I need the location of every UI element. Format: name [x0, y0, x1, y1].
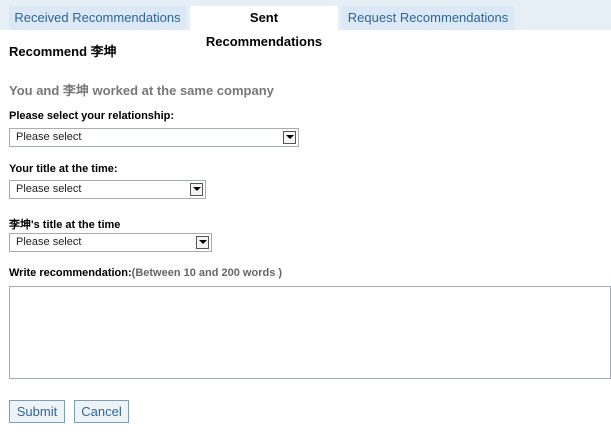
tab-received-recommendations[interactable]: Received Recommendations: [9, 6, 186, 30]
your-title-label: Your title at the time:: [9, 163, 118, 175]
their-title-label: 李坤's title at the time: [9, 219, 121, 231]
relationship-select-value: Please select: [16, 131, 82, 143]
recommendation-word-hint: (Between 10 and 200 words ): [131, 267, 283, 279]
tab-sent-recommendations[interactable]: Sent Recommendations: [190, 6, 338, 49]
your-title-select[interactable]: Please select: [9, 180, 206, 199]
their-title-select[interactable]: Please select: [9, 233, 212, 252]
recommendation-textarea[interactable]: [9, 286, 611, 379]
tab-request-recommendations[interactable]: Request Recommendations: [342, 6, 514, 30]
page-title: Recommend 李坤: [9, 44, 117, 59]
recommendation-label-text: Write recommendation:: [9, 267, 132, 279]
tab-bar: Received Recommendations Sent Recommenda…: [0, 0, 611, 49]
submit-button[interactable]: Submit: [9, 400, 65, 423]
relationship-label: Please select your relationship:: [9, 110, 175, 122]
cancel-button[interactable]: Cancel: [74, 400, 129, 423]
chevron-down-icon[interactable]: [190, 183, 203, 196]
relationship-context: You and 李坤 worked at the same company: [9, 83, 274, 98]
recommendation-label: Write recommendation:(Between 10 and 200…: [9, 267, 282, 279]
your-title-select-value: Please select: [16, 183, 82, 195]
chevron-down-icon[interactable]: [283, 131, 296, 144]
chevron-down-icon[interactable]: [196, 236, 209, 249]
relationship-select[interactable]: Please select: [9, 128, 299, 147]
their-title-select-value: Please select: [16, 236, 82, 248]
